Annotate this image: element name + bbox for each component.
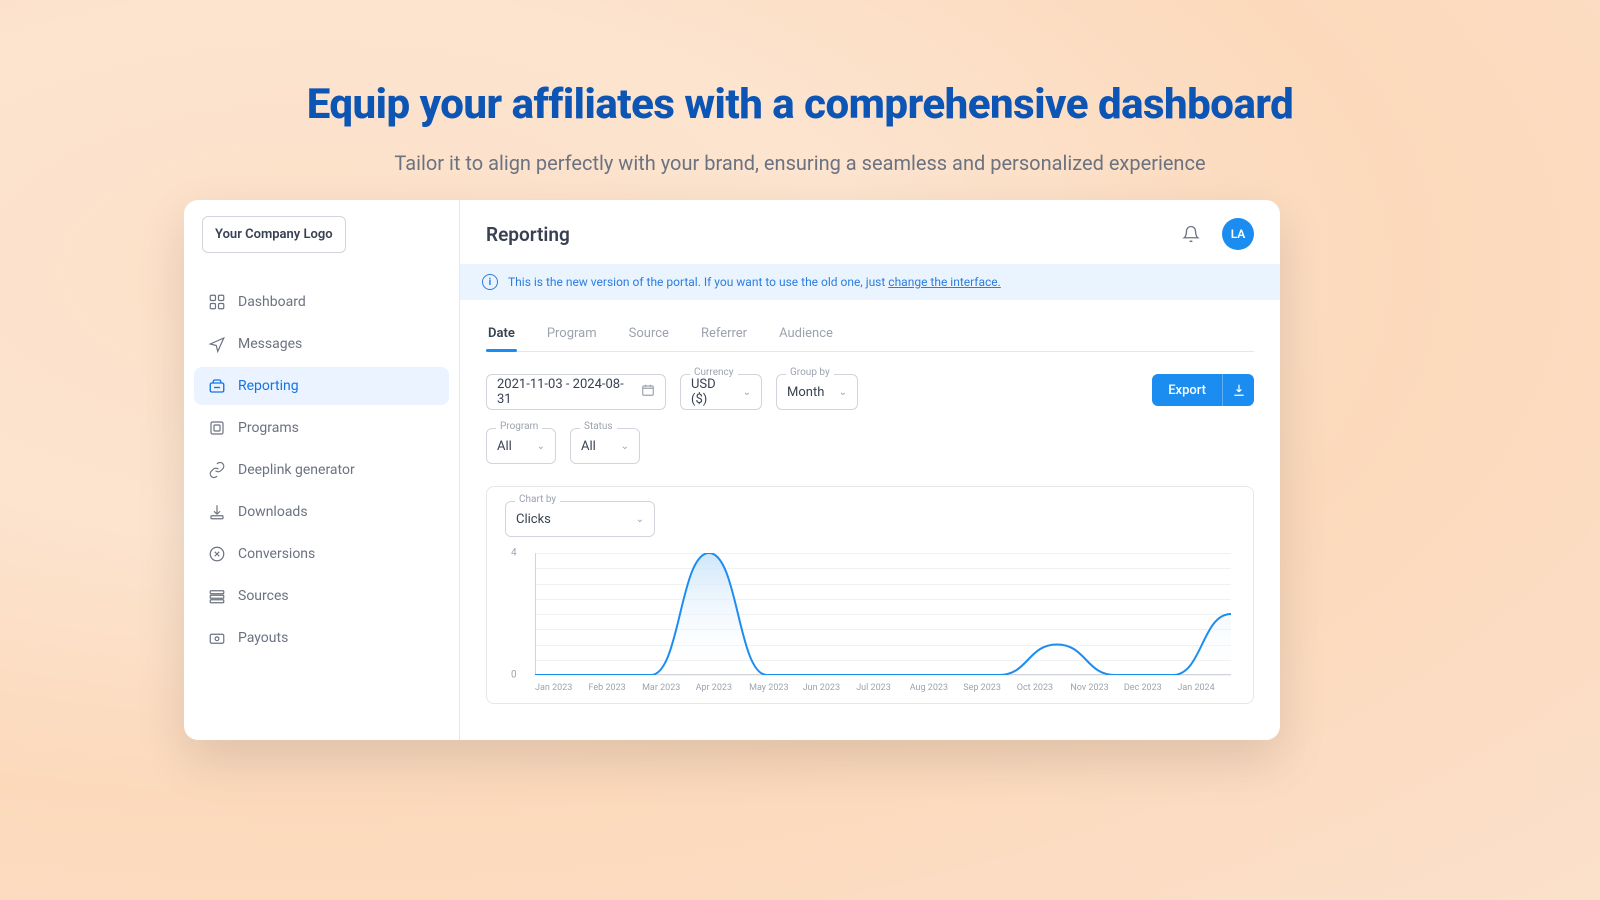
x-label: Sep 2023 xyxy=(963,683,1017,693)
x-label: Oct 2023 xyxy=(1017,683,1071,693)
sidebar-item-label: Deeplink generator xyxy=(238,462,355,478)
tab-source[interactable]: Source xyxy=(627,320,671,351)
export-group: Export xyxy=(1152,374,1254,406)
company-logo: Your Company Logo xyxy=(202,216,346,253)
sidebar-item-messages[interactable]: Messages xyxy=(194,325,449,363)
tabs: Date Program Source Referrer Audience xyxy=(486,320,1254,352)
x-label: Jan 2023 xyxy=(535,683,589,693)
x-label: Jul 2023 xyxy=(856,683,910,693)
info-icon: i xyxy=(482,274,498,290)
logo-container: Your Company Logo xyxy=(202,216,441,253)
calendar-icon xyxy=(641,383,655,401)
chevron-down-icon: ⌄ xyxy=(636,514,644,525)
messages-icon xyxy=(208,335,226,353)
sidebar-item-sources[interactable]: Sources xyxy=(194,577,449,615)
x-label: Jan 2024 xyxy=(1177,683,1231,693)
header: Reporting LA xyxy=(460,200,1280,264)
program-select[interactable]: All⌄ xyxy=(486,428,556,464)
sidebar-item-dashboard[interactable]: Dashboard xyxy=(194,283,449,321)
info-banner: i This is the new version of the portal.… xyxy=(460,264,1280,300)
tab-program[interactable]: Program xyxy=(545,320,599,351)
chevron-down-icon: ⌄ xyxy=(743,387,751,398)
programs-icon xyxy=(208,419,226,437)
banner-link[interactable]: change the interface. xyxy=(888,275,1001,289)
sidebar-item-reporting[interactable]: Reporting xyxy=(194,367,449,405)
sidebar-item-label: Reporting xyxy=(238,378,299,394)
x-label: Dec 2023 xyxy=(1124,683,1178,693)
hero-title: Equip your affiliates with a comprehensi… xyxy=(0,0,1600,129)
x-label: Aug 2023 xyxy=(910,683,964,693)
chart-panel: Chart by Clicks⌄ 04Jan 2023Feb 2023Mar 2… xyxy=(486,486,1254,704)
sidebar-item-deeplink[interactable]: Deeplink generator xyxy=(194,451,449,489)
chartby-label: Chart by xyxy=(515,494,560,505)
status-label: Status xyxy=(580,421,617,432)
sidebar-item-label: Dashboard xyxy=(238,294,306,310)
avatar[interactable]: LA xyxy=(1222,218,1254,250)
sidebar: Your Company Logo Dashboard Messages Repor… xyxy=(184,200,460,740)
deeplink-icon xyxy=(208,461,226,479)
filters-row-2: Program All⌄ Status All⌄ xyxy=(486,428,1254,464)
conversions-icon xyxy=(208,545,226,563)
sidebar-item-label: Downloads xyxy=(238,504,308,520)
sidebar-item-label: Programs xyxy=(238,420,299,436)
sidebar-item-payouts[interactable]: Payouts xyxy=(194,619,449,657)
export-button[interactable]: Export xyxy=(1152,374,1222,406)
tab-audience[interactable]: Audience xyxy=(777,320,835,351)
sources-icon xyxy=(208,587,226,605)
sidebar-item-programs[interactable]: Programs xyxy=(194,409,449,447)
x-label: Apr 2023 xyxy=(696,683,750,693)
dashboard-icon xyxy=(208,293,226,311)
chevron-down-icon: ⌄ xyxy=(839,387,847,398)
dashboard-card: Your Company Logo Dashboard Messages Repor… xyxy=(184,200,1280,740)
x-label: Mar 2023 xyxy=(642,683,696,693)
chevron-down-icon: ⌄ xyxy=(537,441,545,452)
page-title: Reporting xyxy=(486,223,570,246)
chartby-select[interactable]: Clicks⌄ xyxy=(505,501,655,537)
program-label: Program xyxy=(496,421,542,432)
downloads-icon xyxy=(208,503,226,521)
sidebar-item-downloads[interactable]: Downloads xyxy=(194,493,449,531)
groupby-label: Group by xyxy=(786,367,834,378)
currency-select[interactable]: USD ($)⌄ xyxy=(680,374,762,410)
content: Date Program Source Referrer Audience 2021-1… xyxy=(460,300,1280,704)
sidebar-item-label: Conversions xyxy=(238,546,315,562)
sidebar-nav: Dashboard Messages Reporting Programs Deepli… xyxy=(184,283,459,657)
download-icon[interactable] xyxy=(1222,374,1254,406)
tab-referrer[interactable]: Referrer xyxy=(699,320,749,351)
banner-text: This is the new version of the portal. I… xyxy=(508,275,888,289)
bell-icon[interactable] xyxy=(1182,225,1200,243)
payouts-icon xyxy=(208,629,226,647)
sidebar-item-label: Payouts xyxy=(238,630,288,646)
hero-subtitle: Tailor it to align perfectly with your b… xyxy=(0,151,1600,175)
tab-date[interactable]: Date xyxy=(486,320,517,351)
main-panel: Reporting LA i This is the new version o… xyxy=(460,200,1280,740)
x-label: Feb 2023 xyxy=(589,683,643,693)
y-tick: 4 xyxy=(511,548,517,559)
status-select[interactable]: All⌄ xyxy=(570,428,640,464)
date-range-value: 2021-11-03 - 2024-08-31 xyxy=(497,377,633,407)
sidebar-item-label: Messages xyxy=(238,336,302,352)
x-label: Jun 2023 xyxy=(803,683,857,693)
line-chart xyxy=(535,553,1231,675)
y-tick: 0 xyxy=(511,670,517,681)
chart-area: 04Jan 2023Feb 2023Mar 2023Apr 2023May 20… xyxy=(535,553,1231,693)
currency-label: Currency xyxy=(690,367,738,378)
filters-row-1: 2021-11-03 - 2024-08-31 Currency USD ($)… xyxy=(486,374,1254,410)
date-range-picker[interactable]: 2021-11-03 - 2024-08-31 xyxy=(486,374,666,410)
chevron-down-icon: ⌄ xyxy=(621,441,629,452)
reporting-icon xyxy=(208,377,226,395)
x-label: Nov 2023 xyxy=(1070,683,1124,693)
groupby-select[interactable]: Month⌄ xyxy=(776,374,858,410)
sidebar-item-label: Sources xyxy=(238,588,289,604)
sidebar-item-conversions[interactable]: Conversions xyxy=(194,535,449,573)
x-label: May 2023 xyxy=(749,683,803,693)
